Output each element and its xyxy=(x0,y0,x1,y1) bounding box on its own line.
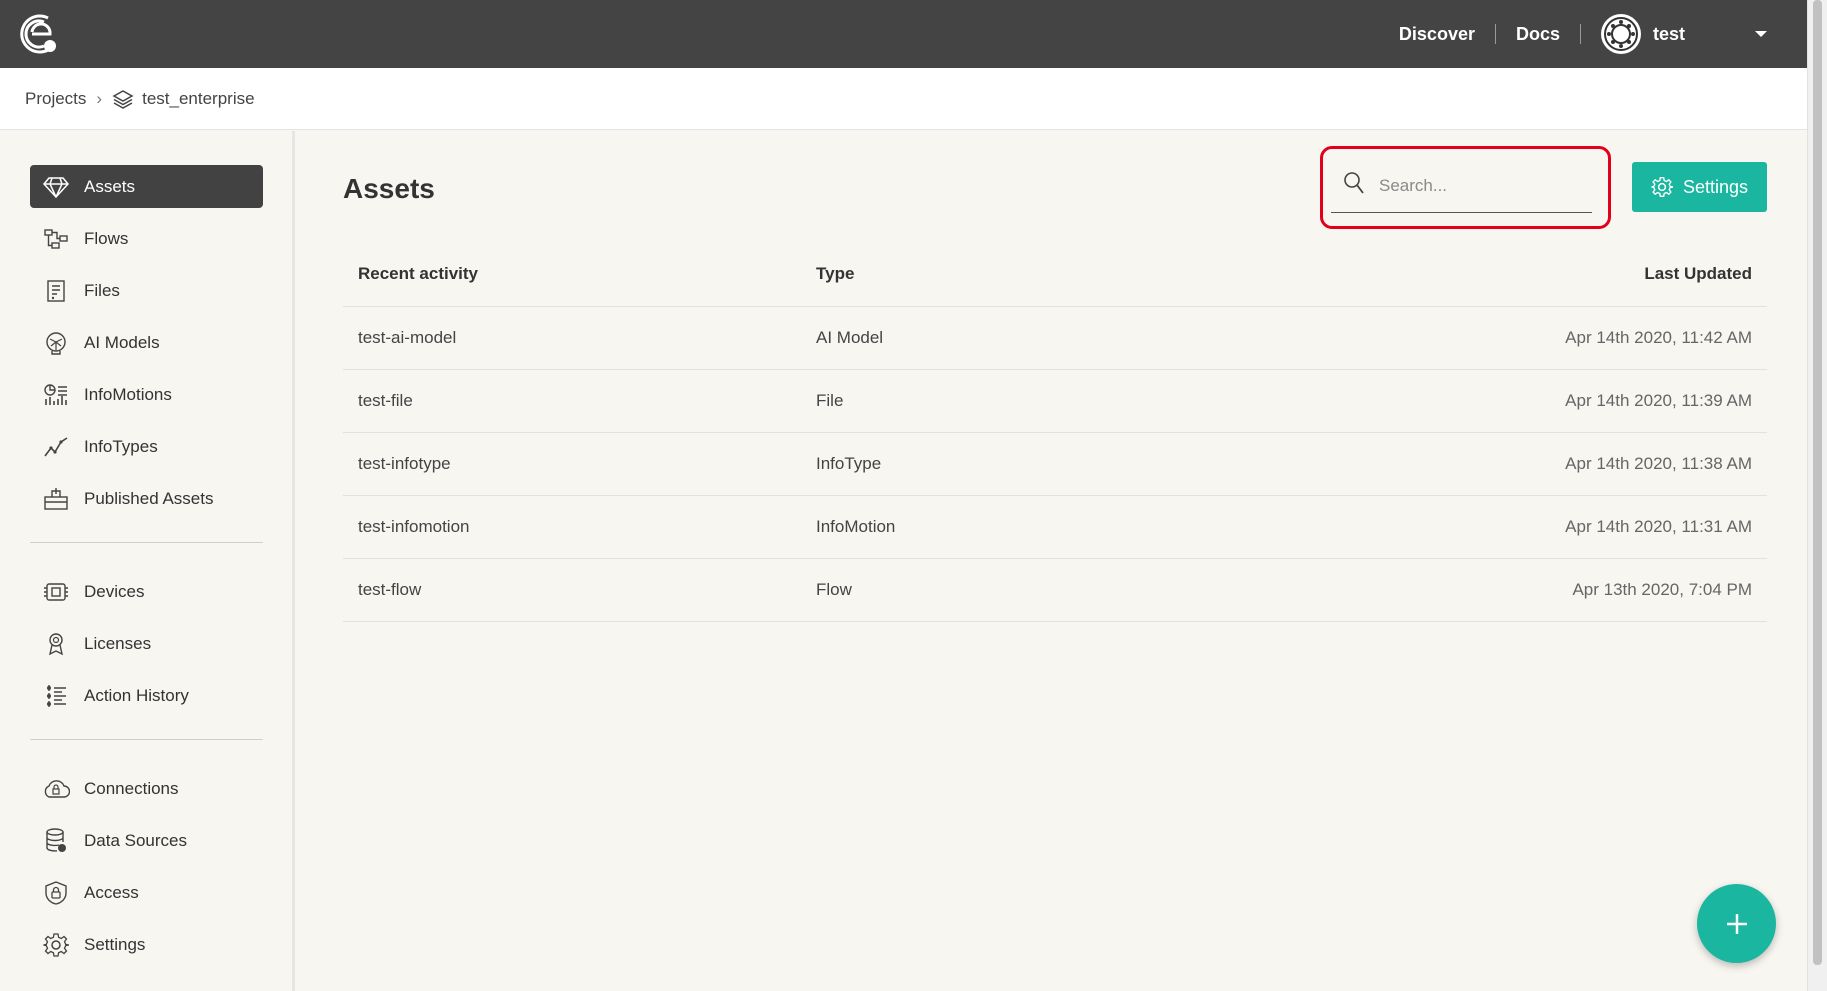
sidebar-item-label: Access xyxy=(84,882,139,902)
asset-type: InfoMotion xyxy=(816,517,896,536)
asset-updated: Apr 14th 2020, 11:38 AM xyxy=(1565,454,1752,473)
sidebar-item-label: InfoTypes xyxy=(84,436,158,456)
sidebar-item-connections[interactable]: Connections xyxy=(30,767,263,810)
sidebar-item-assets[interactable]: Assets xyxy=(30,165,263,208)
table-row[interactable]: test-flow Flow Apr 13th 2020, 7:04 PM xyxy=(343,559,1767,622)
publish-icon xyxy=(42,485,70,513)
breadcrumb-project-label: test_enterprise xyxy=(142,88,255,108)
settings-button[interactable]: Settings xyxy=(1632,162,1767,212)
asset-type: File xyxy=(816,391,844,410)
trend-icon xyxy=(42,433,70,461)
sidebar-item-label: Devices xyxy=(84,581,145,601)
sidebar-item-label: AI Models xyxy=(84,332,160,352)
table-header: Recent activity Type Last Updated xyxy=(343,241,1767,307)
sidebar-item-label: Connections xyxy=(84,778,179,798)
add-asset-button[interactable] xyxy=(1697,884,1776,963)
database-icon xyxy=(42,827,70,855)
settings-button-label: Settings xyxy=(1682,176,1749,197)
sidebar-item-files[interactable]: Files xyxy=(30,269,263,312)
table-row[interactable]: test-infomotion InfoMotion Apr 14th 2020… xyxy=(343,496,1767,559)
asset-updated: Apr 14th 2020, 11:39 AM xyxy=(1565,391,1752,410)
column-header-recent-activity[interactable]: Recent activity xyxy=(343,264,816,284)
breadcrumb-projects[interactable]: Projects xyxy=(25,89,86,109)
sidebar-item-label: Settings xyxy=(84,934,146,954)
history-icon xyxy=(42,682,70,710)
sidebar-item-label: Action History xyxy=(84,685,189,705)
asset-name[interactable]: test-flow xyxy=(343,580,816,600)
search-icon xyxy=(1343,171,1365,200)
sidebar-item-label: Flows xyxy=(84,228,129,248)
sidebar-item-devices[interactable]: Devices xyxy=(30,570,263,613)
asset-type: InfoType xyxy=(816,454,882,473)
file-icon xyxy=(42,277,70,305)
sidebar-item-published-assets[interactable]: Published Assets xyxy=(30,477,263,520)
sidebar-item-action-history[interactable]: Action History xyxy=(30,674,263,717)
sidebar-divider xyxy=(30,542,263,543)
search-input[interactable] xyxy=(1379,175,1569,196)
table-row[interactable]: test-infotype InfoType Apr 14th 2020, 11… xyxy=(343,433,1767,496)
sidebar: Assets Flows Files AI Models InfoMotions… xyxy=(0,131,295,991)
sidebar-item-label: Licenses xyxy=(84,633,152,653)
sidebar-item-infotypes[interactable]: InfoTypes xyxy=(30,425,263,468)
sidebar-item-label: Published Assets xyxy=(84,488,214,508)
sidebar-item-access[interactable]: Access xyxy=(30,871,263,914)
sidebar-item-label: Data Sources xyxy=(84,830,187,850)
breadcrumb-separator: › xyxy=(96,88,103,108)
sidebar-item-settings[interactable]: Settings xyxy=(30,923,263,966)
asset-updated: Apr 14th 2020, 11:42 AM xyxy=(1565,328,1752,347)
asset-type: AI Model xyxy=(816,328,884,347)
discover-link[interactable]: Discover xyxy=(1379,24,1495,45)
sidebar-item-ai-models[interactable]: AI Models xyxy=(30,321,263,364)
breadcrumb-project[interactable]: test_enterprise xyxy=(112,88,255,110)
flow-icon xyxy=(42,225,70,253)
page-title: Assets xyxy=(343,173,435,204)
asset-name[interactable]: test-infomotion xyxy=(343,517,816,537)
scrollbar-thumb[interactable] xyxy=(1813,0,1822,965)
layers-icon xyxy=(112,89,134,109)
main-content: Assets Settings Recent activity Type Las… xyxy=(298,131,1787,991)
column-header-type[interactable]: Type xyxy=(816,264,1416,284)
chevron-down-icon[interactable] xyxy=(1755,31,1767,37)
infomotion-icon xyxy=(42,381,70,409)
chip-icon xyxy=(42,578,70,606)
breadcrumb: Projects › test_enterprise xyxy=(0,68,1807,130)
sidebar-item-label: Assets xyxy=(84,176,136,196)
asset-updated: Apr 14th 2020, 11:31 AM xyxy=(1565,517,1752,536)
top-bar: Discover Docs test xyxy=(0,0,1807,68)
gear-icon xyxy=(42,931,70,959)
avatar[interactable] xyxy=(1600,14,1641,54)
app-logo-icon[interactable] xyxy=(18,12,62,56)
license-icon xyxy=(42,630,70,658)
asset-name[interactable]: test-infotype xyxy=(343,454,816,474)
user-avatar-icon xyxy=(1603,17,1638,51)
sidebar-item-data-sources[interactable]: Data Sources xyxy=(30,819,263,862)
sidebar-item-label: Files xyxy=(84,280,120,300)
username[interactable]: test xyxy=(1653,24,1685,45)
cloud-icon xyxy=(42,775,70,803)
brain-icon xyxy=(42,329,70,357)
sidebar-item-label: InfoMotions xyxy=(84,384,172,404)
asset-type: Flow xyxy=(816,580,852,599)
gear-icon xyxy=(1651,177,1673,197)
user-menu[interactable]: test xyxy=(1581,14,1767,54)
asset-name[interactable]: test-ai-model xyxy=(343,328,816,348)
sidebar-item-infomotions[interactable]: InfoMotions xyxy=(30,373,263,416)
sidebar-item-flows[interactable]: Flows xyxy=(30,217,263,260)
plus-icon xyxy=(1726,913,1747,934)
assets-table: Recent activity Type Last Updated test-a… xyxy=(343,241,1767,622)
vertical-scrollbar[interactable] xyxy=(1807,0,1827,991)
search-field[interactable] xyxy=(1331,159,1592,213)
docs-link[interactable]: Docs xyxy=(1496,24,1580,45)
diamond-icon xyxy=(42,173,70,201)
table-row[interactable]: test-file File Apr 14th 2020, 11:39 AM xyxy=(343,370,1767,433)
sidebar-divider xyxy=(30,739,263,740)
sidebar-item-licenses[interactable]: Licenses xyxy=(30,622,263,665)
column-header-last-updated[interactable]: Last Updated xyxy=(1416,264,1767,284)
asset-updated: Apr 13th 2020, 7:04 PM xyxy=(1572,580,1752,599)
shield-lock-icon xyxy=(42,879,70,907)
asset-name[interactable]: test-file xyxy=(343,391,816,411)
table-row[interactable]: test-ai-model AI Model Apr 14th 2020, 11… xyxy=(343,307,1767,370)
top-nav: Discover Docs test xyxy=(1379,0,1767,68)
